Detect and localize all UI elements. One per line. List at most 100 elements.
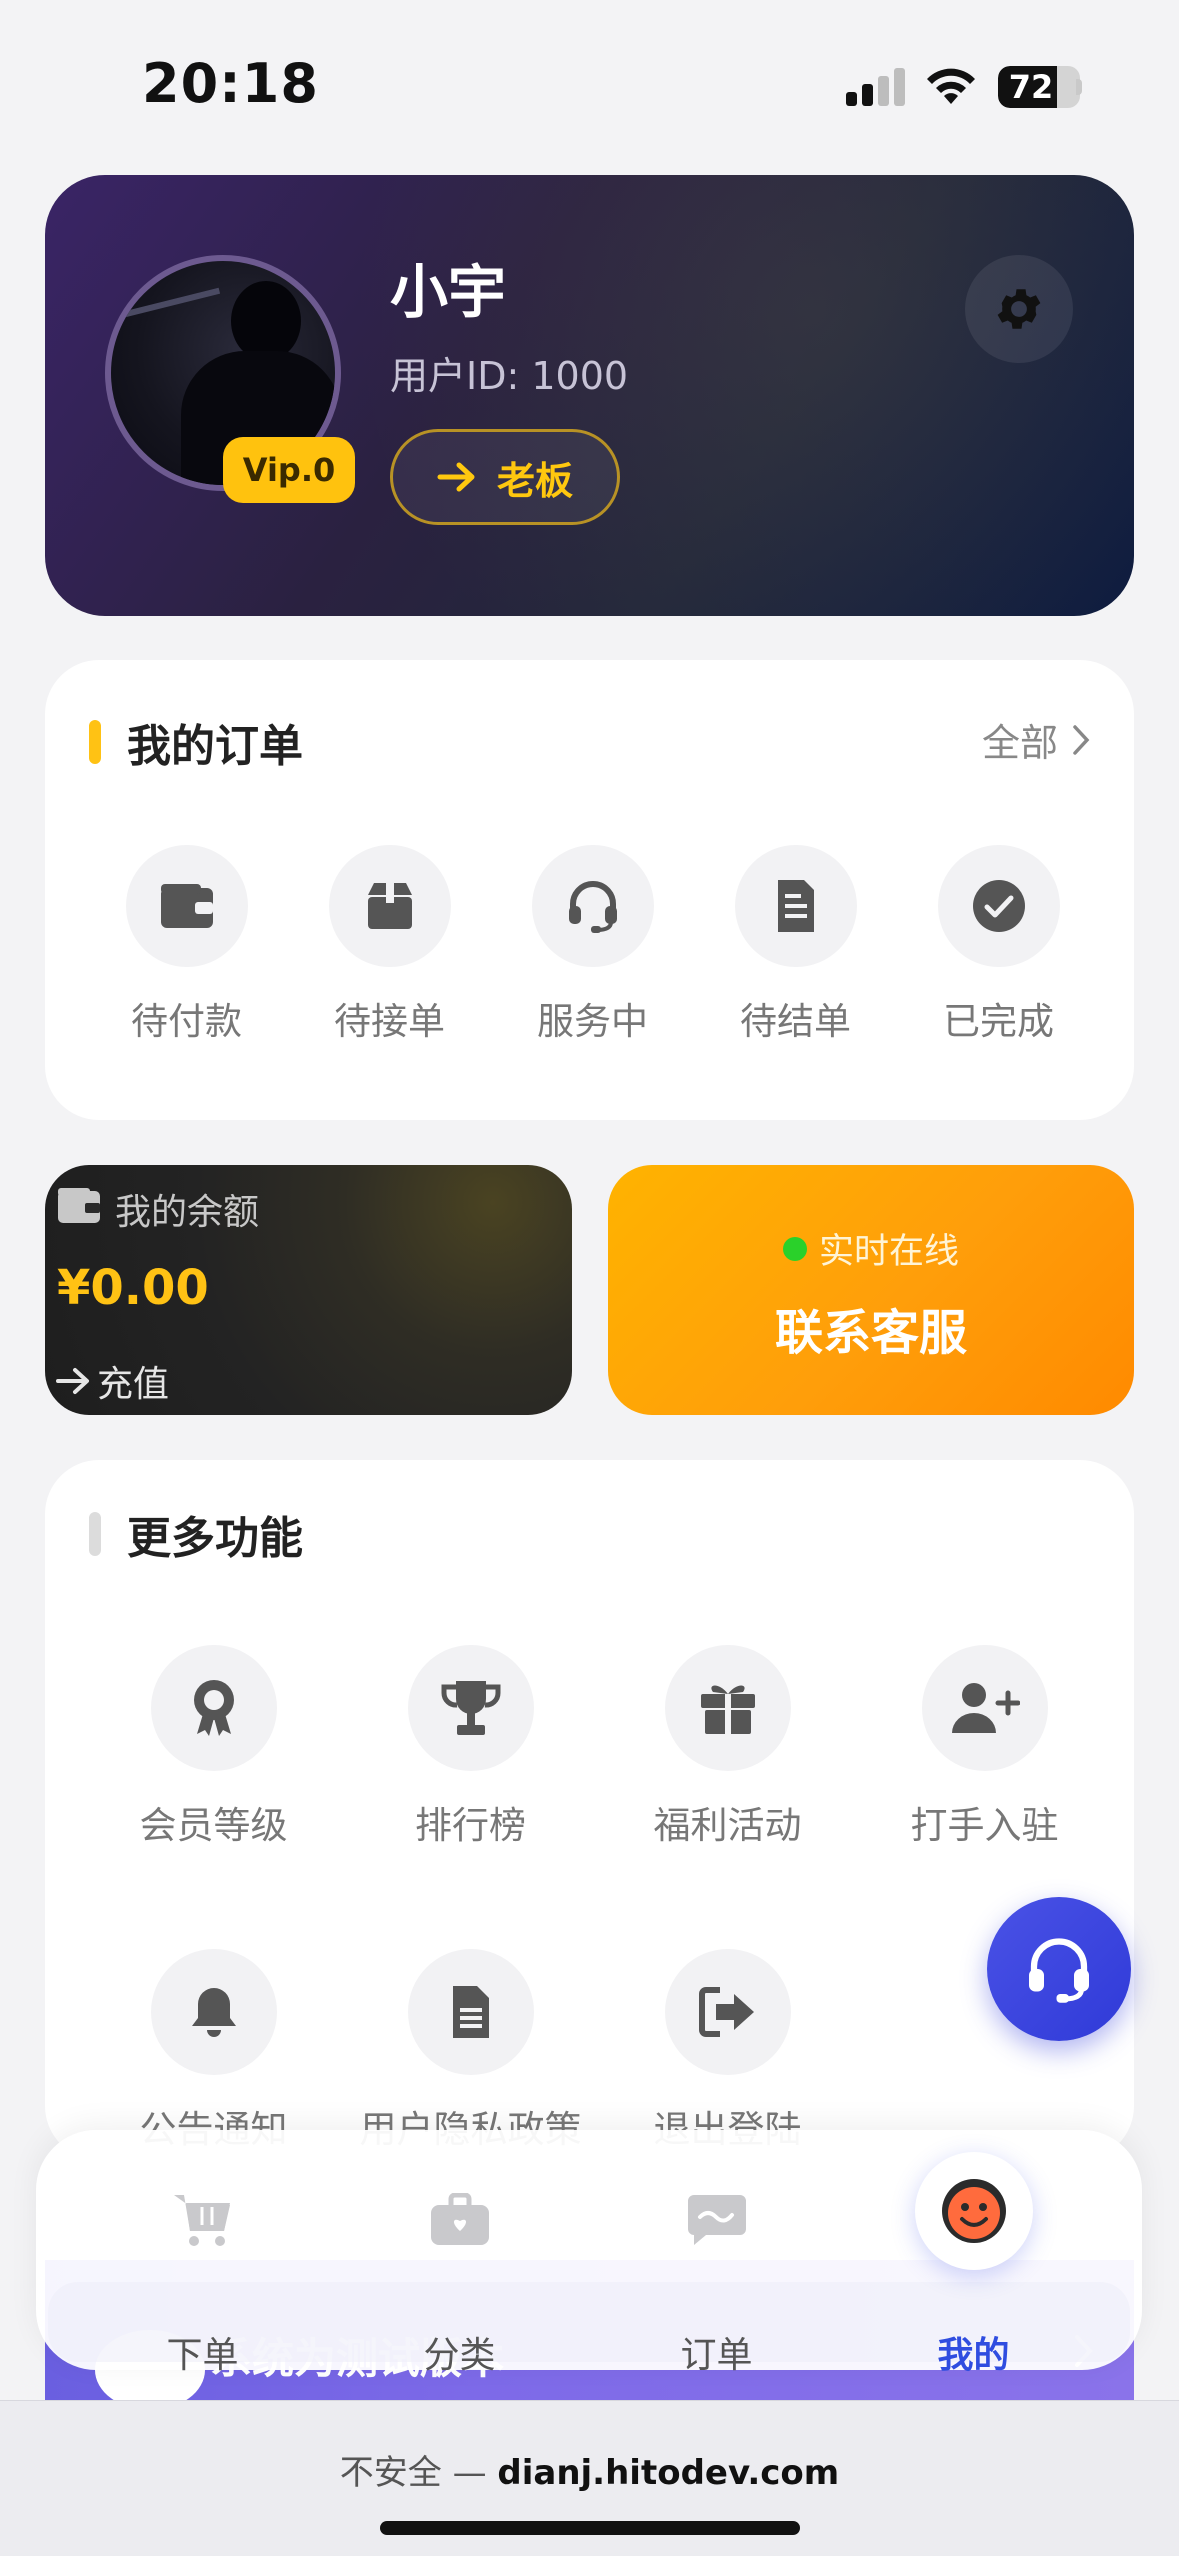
orders-card: 我的订单 全部 待付款 待接单 服务中 待结单 已完成 (45, 660, 1134, 1120)
order-item-label: 待接单 (334, 1000, 445, 1043)
arrow-right-icon (437, 462, 475, 492)
tab-category[interactable]: 分类 (331, 2130, 588, 2376)
tab-label: 下单 (166, 2335, 239, 2376)
tab-mine[interactable]: 我的 (845, 2130, 1102, 2376)
chat-icon (679, 2182, 755, 2258)
status-bar: 20:18 72 (0, 0, 1179, 150)
icon-circle (328, 845, 451, 967)
order-pending-payment[interactable]: 待付款 (85, 845, 288, 1045)
user-id: 用户ID: 1000 (390, 354, 629, 398)
role-label: 老板 (496, 458, 573, 503)
section-accent-bar (89, 720, 101, 764)
battery-icon: 72 (998, 66, 1080, 108)
order-in-service[interactable]: 服务中 (491, 845, 694, 1045)
balance-card[interactable]: 我的余额 ¥0.00 充值 (45, 1165, 572, 1415)
order-awaiting-accept[interactable]: 待接单 (288, 845, 491, 1045)
feature-label: 打手入驻 (910, 1804, 1059, 1847)
role-switch-button[interactable]: 老板 (390, 429, 620, 525)
feature-logout[interactable]: 退出登陆 (599, 1949, 856, 2153)
balance-amount: ¥0.00 (57, 1260, 209, 1316)
orders-title: 我的订单 (127, 721, 303, 772)
icon-circle (921, 1645, 1048, 1771)
order-awaiting-settlement[interactable]: 待结单 (694, 845, 897, 1045)
wifi-icon (927, 68, 975, 104)
features-grid: 会员等级 排行榜 福利活动 打手入驻 公告通知 (85, 1645, 1115, 2153)
insecure-label: 不安全 — (339, 2453, 487, 2493)
feature-label: 排行榜 (415, 1804, 526, 1847)
icon-circle (664, 1949, 791, 2075)
gift-icon (700, 1685, 755, 1734)
trophy-icon (440, 1681, 501, 1735)
vip-badge[interactable]: Vip.0 (223, 437, 355, 503)
icon-circle (150, 1949, 277, 2075)
home-indicator[interactable] (380, 2521, 800, 2535)
icon-circle (125, 845, 248, 967)
section-accent-bar (89, 1512, 101, 1556)
order-item-label: 已完成 (943, 1000, 1054, 1043)
url-host: dianj.hitodev.com (497, 2453, 840, 2493)
logout-icon (698, 1987, 754, 2037)
online-status-label: 实时在线 (818, 1232, 959, 1272)
tab-orders[interactable]: 订单 (588, 2130, 845, 2376)
feature-player-join[interactable]: 打手入驻 (856, 1645, 1113, 1849)
chevron-right-icon (1073, 724, 1090, 755)
order-completed[interactable]: 已完成 (897, 845, 1100, 1045)
briefcase-icon (422, 2182, 498, 2258)
icon-circle (150, 1645, 277, 1771)
feature-announcements[interactable]: 公告通知 (85, 1949, 342, 2153)
clock: 20:18 (142, 52, 319, 115)
recharge-label: 充值 (97, 1364, 170, 1405)
online-status: 实时在线 (608, 1223, 1134, 1274)
user-name: 小宇 (390, 258, 507, 326)
icon-circle (734, 845, 857, 967)
icon-circle (937, 845, 1060, 967)
arrow-right-icon (56, 1368, 89, 1394)
headset-icon (568, 881, 617, 933)
icon-circle (407, 1645, 534, 1771)
feature-label: 会员等级 (139, 1804, 288, 1847)
floating-service-button[interactable] (987, 1897, 1131, 2041)
box-icon (367, 883, 412, 929)
cellular-signal-icon (846, 68, 906, 106)
feature-privacy-policy[interactable]: 用户隐私政策 (342, 1949, 599, 2153)
settings-button[interactable] (965, 255, 1073, 363)
more-features-title: 更多功能 (127, 1513, 303, 1564)
headset-icon (1029, 1938, 1089, 2003)
contact-service-card[interactable]: 实时在线 联系客服 (608, 1165, 1134, 1415)
bell-icon (191, 1988, 236, 2037)
profile-card: Vip.0 小宇 用户ID: 1000 老板 (45, 175, 1134, 616)
tab-label: 分类 (423, 2335, 496, 2376)
tab-order[interactable]: 下单 (74, 2130, 331, 2376)
battery-tip (1076, 79, 1082, 95)
gear-icon (997, 289, 1041, 329)
balance-title: 我的余额 (115, 1192, 260, 1233)
feature-welfare-events[interactable]: 福利活动 (599, 1645, 856, 1849)
face-icon (914, 2152, 1033, 2270)
wallet-icon (160, 884, 213, 928)
online-dot-icon (782, 1236, 807, 1261)
battery-level: 72 (1008, 68, 1054, 106)
bottom-tab-bar: 下单 分类 订单 我的 (36, 2130, 1142, 2376)
feature-leaderboard[interactable]: 排行榜 (342, 1645, 599, 1849)
icon-circle (531, 845, 654, 967)
order-item-label: 服务中 (537, 1000, 648, 1043)
receipt-icon (777, 880, 814, 932)
order-item-label: 待付款 (131, 1000, 242, 1043)
feature-membership-level[interactable]: 会员等级 (85, 1645, 342, 1849)
check-circle-icon (972, 880, 1025, 932)
cart-icon (165, 2182, 241, 2258)
order-item-label: 待结单 (740, 1000, 851, 1043)
recharge-link[interactable]: 充值 (55, 1355, 169, 1407)
icon-circle (664, 1645, 791, 1771)
order-status-row: 待付款 待接单 服务中 待结单 已完成 (45, 845, 1134, 1045)
view-all-orders-link[interactable]: 全部 (982, 712, 1090, 767)
view-all-label: 全部 (981, 721, 1058, 765)
icon-circle (407, 1949, 534, 2075)
tab-label: 订单 (680, 2335, 753, 2376)
contact-service-title: 联系客服 (774, 1305, 967, 1361)
browser-address-bar[interactable]: 不安全 — dianj.hitodev.com (0, 2400, 1179, 2556)
user-plus-icon (951, 1683, 1020, 1733)
url-display[interactable]: 不安全 — dianj.hitodev.com (0, 2445, 1179, 2494)
feature-label: 福利活动 (653, 1804, 802, 1847)
document-icon (452, 1986, 489, 2038)
